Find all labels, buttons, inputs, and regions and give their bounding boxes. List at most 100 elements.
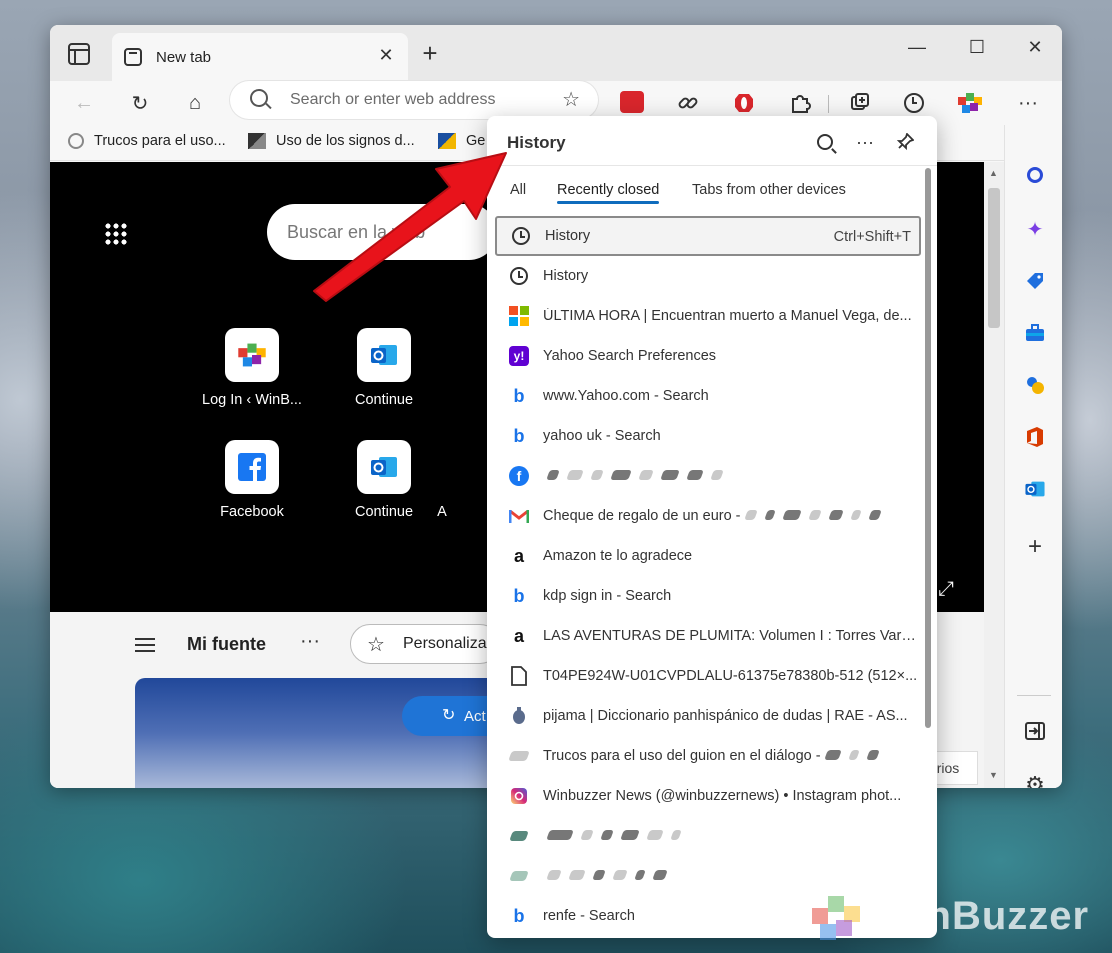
apps-launcher-icon[interactable]: [104, 222, 128, 246]
history-tabs: All Recently closed Tabs from other devi…: [487, 166, 937, 212]
history-item[interactable]: History: [495, 256, 921, 296]
history-item[interactable]: a LAS AVENTURAS DE PLUMITA: Volumen I : …: [495, 616, 921, 656]
keyboard-shortcut: Ctrl+Shift+T: [833, 229, 911, 245]
sidebar-settings-gear-icon[interactable]: ⚙: [1023, 772, 1047, 788]
title-bar: New tab ✕ + — ☐ ✕: [50, 25, 1062, 81]
sidebar-divider: [1017, 695, 1051, 696]
pin-icon[interactable]: [893, 130, 917, 154]
scroll-up-icon[interactable]: ▲: [989, 168, 998, 178]
outlook-icon: [357, 328, 411, 382]
extension-red-icon[interactable]: [620, 91, 644, 113]
history-item[interactable]: ÚLTIMA HORA | Encuentran muerto a Manuel…: [495, 296, 921, 336]
history-item[interactable]: b www.Yahoo.com - Search: [495, 376, 921, 416]
tab-recently-closed[interactable]: Recently closed: [557, 182, 660, 204]
facebook-icon: [225, 440, 279, 494]
tab-all[interactable]: All: [510, 182, 526, 198]
expand-icon[interactable]: ⤢: [938, 578, 954, 601]
instagram-icon: [509, 786, 529, 806]
winbuzzer-logo-icon: [808, 888, 872, 944]
edge-sidebar: ✦ + ⚙: [1004, 125, 1062, 788]
profile-avatar-icon[interactable]: [956, 89, 984, 117]
new-tab-button[interactable]: +: [416, 39, 444, 67]
bookmark-site-icon: [68, 133, 84, 149]
extensions-puzzle-icon[interactable]: [786, 89, 814, 117]
tab-actions-icon[interactable]: [68, 43, 90, 65]
refresh-button[interactable]: ↻: [126, 89, 154, 117]
bookmark-item[interactable]: Ge: [438, 133, 485, 149]
feed-title[interactable]: Mi fuente: [187, 634, 266, 655]
link-extension-icon[interactable]: [674, 89, 702, 117]
minimize-button[interactable]: —: [902, 37, 932, 58]
shopping-tag-icon[interactable]: [1023, 269, 1047, 293]
personalize-button[interactable]: ☆ Personaliza: [350, 624, 500, 664]
opera-extension-icon[interactable]: [730, 89, 758, 117]
web-search-box[interactable]: Buscar en la web: [267, 204, 497, 260]
tab-close-button[interactable]: ✕: [376, 45, 396, 66]
games-icon[interactable]: [1023, 373, 1047, 397]
back-button[interactable]: ←: [70, 89, 98, 117]
history-item[interactable]: Trucos para el uso del guion en el diálo…: [495, 736, 921, 776]
feed-more-icon[interactable]: ···: [300, 630, 320, 653]
history-list: History Ctrl+Shift+T History ÚLTIMA HORA…: [495, 216, 921, 936]
address-bar[interactable]: Search or enter web address ☆: [230, 81, 598, 119]
redacted-text: [543, 828, 685, 844]
history-title: History: [507, 133, 566, 152]
office-icon[interactable]: [1023, 425, 1047, 449]
history-item[interactable]: y! Yahoo Search Preferences: [495, 336, 921, 376]
history-item[interactable]: Cheque de regalo de un euro -: [495, 496, 921, 536]
search-icon[interactable]: [1023, 163, 1047, 187]
quick-link-tile[interactable]: Facebook: [187, 440, 317, 520]
menu-icon[interactable]: [135, 638, 155, 652]
add-sidebar-app-icon[interactable]: +: [1023, 533, 1047, 560]
history-item[interactable]: f: [495, 456, 921, 496]
history-item[interactable]: b yahoo uk - Search: [495, 416, 921, 456]
tab-other-devices[interactable]: Tabs from other devices: [692, 182, 846, 198]
history-item[interactable]: a Amazon te lo agradece: [495, 536, 921, 576]
site-icon: [508, 746, 530, 766]
home-button[interactable]: ⌂: [181, 89, 209, 117]
quick-link-tile[interactable]: Continue: [319, 328, 449, 408]
maximize-button[interactable]: ☐: [962, 37, 992, 58]
rae-icon: [509, 706, 529, 726]
copilot-sparkle-icon[interactable]: ✦: [1023, 217, 1047, 241]
search-icon: [817, 134, 833, 150]
history-flyout: History ··· All Recently closed Tabs fro…: [487, 116, 937, 938]
scrollbar-thumb[interactable]: [925, 168, 931, 728]
quick-link-tile[interactable]: A: [422, 504, 462, 520]
amazon-icon: a: [513, 545, 524, 566]
bing-icon: b: [513, 385, 525, 406]
history-item[interactable]: T04PE924W-U01CVPDLALU-61375e78380b-512 (…: [495, 656, 921, 696]
site-icon: [509, 866, 529, 886]
history-item[interactable]: pijama | Diccionario panhispánico de dud…: [495, 696, 921, 736]
history-icon[interactable]: [900, 89, 928, 117]
settings-more-button[interactable]: ···: [1014, 89, 1042, 117]
bing-icon: b: [513, 585, 525, 606]
winbuzzer-watermark: WinBuzzer: [808, 888, 1108, 944]
page-scrollbar[interactable]: ▲ ▼: [984, 162, 1004, 788]
refresh-news-button[interactable]: ↻ Act: [402, 696, 492, 736]
scroll-down-icon[interactable]: ▼: [989, 770, 998, 780]
tools-briefcase-icon[interactable]: [1023, 321, 1047, 345]
hide-sidebar-icon[interactable]: [1023, 719, 1047, 743]
close-window-button[interactable]: ✕: [1020, 37, 1050, 58]
history-item[interactable]: Winbuzzer News (@winbuzzernews) • Instag…: [495, 776, 921, 816]
add-favorite-icon[interactable]: ☆: [562, 87, 580, 112]
search-history-button[interactable]: [813, 130, 837, 154]
quick-link-tile[interactable]: Log In ‹ WinB...: [187, 328, 317, 408]
bookmark-item[interactable]: Uso de los signos d...: [248, 133, 415, 149]
collections-icon[interactable]: [846, 89, 874, 117]
redacted-text: [543, 468, 727, 484]
history-header: History ···: [487, 116, 937, 166]
outlook-icon[interactable]: [1023, 477, 1047, 501]
history-item[interactable]: b kdp sign in - Search: [495, 576, 921, 616]
history-item[interactable]: [495, 816, 921, 856]
bookmark-item[interactable]: Trucos para el uso...: [68, 133, 226, 149]
tab-new-tab[interactable]: New tab ✕: [112, 33, 408, 81]
redacted-text: [741, 508, 885, 524]
gmail-icon: [509, 506, 529, 526]
amazon-icon: a: [513, 625, 524, 646]
history-scrollbar[interactable]: [923, 168, 933, 934]
more-options-button[interactable]: ···: [853, 130, 877, 154]
history-item[interactable]: History Ctrl+Shift+T: [495, 216, 921, 256]
scrollbar-thumb[interactable]: [988, 188, 1000, 328]
